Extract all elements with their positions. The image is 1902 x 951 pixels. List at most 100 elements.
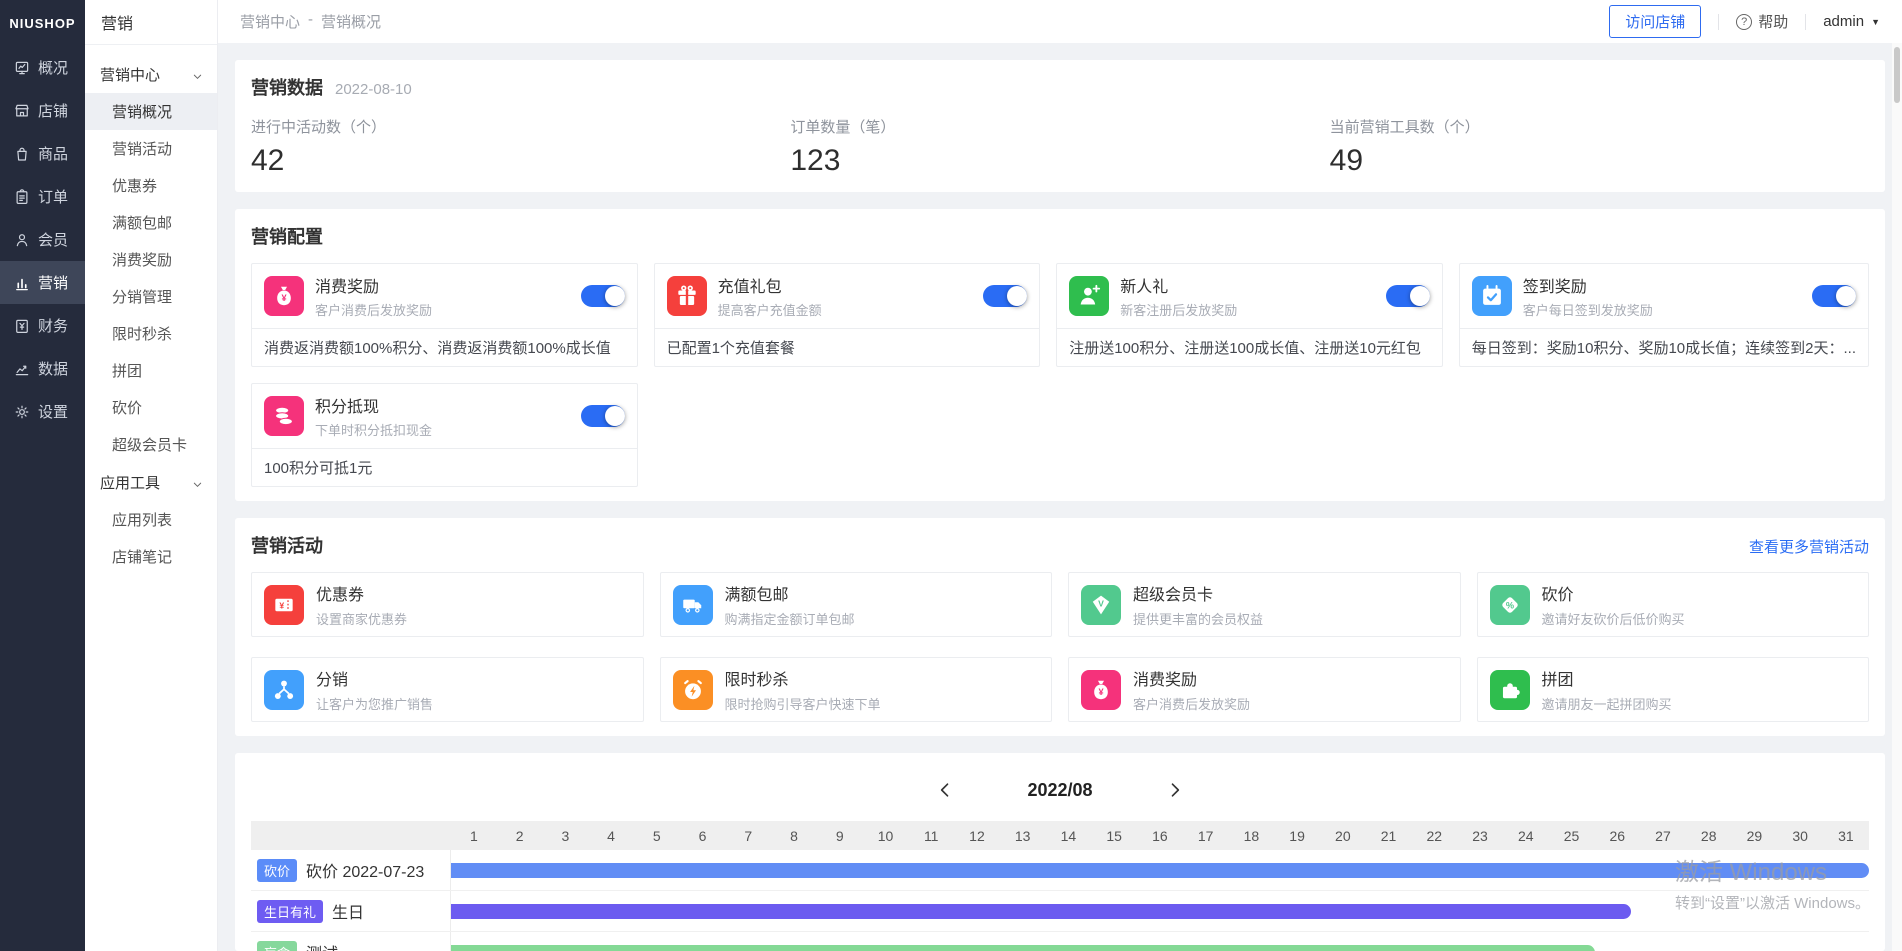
- secondary-nav-item[interactable]: 优惠券: [85, 167, 217, 204]
- activity-item[interactable]: 分销 让客户为您推广销售: [251, 657, 644, 722]
- calendar-day: 18: [1228, 828, 1274, 844]
- secondary-nav-item[interactable]: 营销活动: [85, 130, 217, 167]
- gantt-bar[interactable]: [451, 904, 1631, 919]
- scrollbar-thumb[interactable]: [1894, 47, 1900, 103]
- user-menu[interactable]: admin ▼: [1823, 13, 1880, 30]
- sidebar-item[interactable]: 数据: [0, 347, 85, 390]
- nav-group-app-tools[interactable]: 应用工具: [85, 463, 217, 501]
- calendar-day: 20: [1320, 828, 1366, 844]
- member-card-icon: V: [1081, 585, 1121, 625]
- toggle-switch[interactable]: [1812, 285, 1856, 307]
- sidebar-item-label: 商品: [38, 143, 68, 164]
- topbar: 营销中心 - 营销概况 访问店铺 ? 帮助 admin ▼: [218, 0, 1902, 43]
- toggle-switch[interactable]: [581, 285, 625, 307]
- calendar-day: 27: [1640, 828, 1686, 844]
- sidebar-item[interactable]: 概况: [0, 46, 85, 89]
- secondary-nav-item[interactable]: 满额包邮: [85, 204, 217, 241]
- sidebar-item[interactable]: 设置: [0, 390, 85, 433]
- shop-icon: [13, 102, 31, 120]
- calendar-sign-icon: [1472, 276, 1512, 316]
- config-description: 注册送100积分、注册送100成长值、注册送10元红包: [1057, 328, 1442, 366]
- secondary-nav-item[interactable]: 消费奖励: [85, 241, 217, 278]
- activity-subtitle: 设置商家优惠券: [316, 609, 407, 628]
- activity-item[interactable]: % 砍价 邀请好友砍价后低价购买: [1477, 572, 1870, 637]
- calendar-day: 3: [542, 828, 588, 844]
- chevron-down-icon: [192, 69, 203, 80]
- gantt-bar[interactable]: [451, 945, 1595, 951]
- scrollbar: [1892, 43, 1902, 951]
- view-more-activities-link[interactable]: 查看更多营销活动: [1749, 536, 1869, 557]
- sidebar-item[interactable]: 会员: [0, 218, 85, 261]
- secondary-nav-item[interactable]: 分销管理: [85, 278, 217, 315]
- config-title: 新人礼: [1120, 273, 1237, 297]
- marketing-data-card: 营销数据 2022-08-10 进行中活动数（个） 42 订单数量（笔） 123: [235, 60, 1885, 192]
- activity-item[interactable]: ¥ 消费奖励 客户消费后发放奖励: [1068, 657, 1461, 722]
- breadcrumb: 营销中心 - 营销概况: [240, 11, 381, 32]
- stat-value: 123: [790, 144, 1329, 178]
- activity-item[interactable]: ¥ 优惠券 设置商家优惠券: [251, 572, 644, 637]
- secondary-nav-item[interactable]: 营销概况: [85, 93, 217, 130]
- sidebar-item[interactable]: 财务: [0, 304, 85, 347]
- gantt-bar[interactable]: [451, 863, 1869, 878]
- calendar-days-header: 1 2 3 4 5 6 7: [251, 821, 1869, 850]
- toggle-switch[interactable]: [983, 285, 1027, 307]
- chevron-right-icon[interactable]: [1165, 780, 1185, 800]
- config-description: 每日签到：奖励10积分、奖励10成长值；连续签到2天：...: [1460, 328, 1868, 366]
- calendar-day: 12: [954, 828, 1000, 844]
- secondary-sidebar: 营销 营销中心 营销概况 营销活动 优惠券: [85, 0, 218, 951]
- sidebar-item[interactable]: 店铺: [0, 89, 85, 132]
- activity-type-badge: 盲盒: [257, 941, 297, 951]
- config-description: 100积分可抵1元: [252, 448, 637, 486]
- activity-title: 满额包邮: [725, 581, 855, 605]
- secondary-nav-item[interactable]: 限时秒杀: [85, 315, 217, 352]
- calendar-day: 21: [1366, 828, 1412, 844]
- chevron-down-icon: [192, 477, 203, 488]
- coins-icon: [264, 396, 304, 436]
- secondary-nav-item[interactable]: 店铺笔记: [85, 538, 217, 575]
- truck-icon: [673, 585, 713, 625]
- svg-text:V: V: [1098, 598, 1104, 608]
- sidebar-item[interactable]: 订单: [0, 175, 85, 218]
- visit-shop-button[interactable]: 访问店铺: [1609, 5, 1701, 38]
- secondary-nav-item[interactable]: 超级会员卡: [85, 426, 217, 463]
- secondary-nav-item[interactable]: 应用列表: [85, 501, 217, 538]
- activity-title: 拼团: [1542, 666, 1672, 690]
- calendar-day: 15: [1091, 828, 1137, 844]
- svg-text:¥: ¥: [281, 293, 287, 303]
- calendar-day: 30: [1777, 828, 1823, 844]
- sidebar-item-label: 营销: [38, 272, 68, 293]
- secondary-nav-item[interactable]: 砍价: [85, 389, 217, 426]
- gantt-row: 砍价 砍价 2022-07-23: [251, 850, 1869, 891]
- calendar-day: 4: [588, 828, 634, 844]
- sidebar-item[interactable]: 营销: [0, 261, 85, 304]
- marketing-icon: [13, 274, 31, 292]
- config-subtitle: 客户消费后发放奖励: [315, 300, 432, 319]
- config-subtitle: 提高客户充值金额: [718, 300, 822, 319]
- chevron-left-icon[interactable]: [935, 780, 955, 800]
- divider: [1718, 14, 1719, 30]
- gantt-row-label: 砍价 2022-07-23: [306, 858, 424, 882]
- svg-text:¥: ¥: [1098, 687, 1104, 697]
- calendar-day: 25: [1549, 828, 1595, 844]
- calendar-day: 17: [1183, 828, 1229, 844]
- sidebar-item[interactable]: 商品: [0, 132, 85, 175]
- activity-item[interactable]: 满额包邮 购满指定金额订单包邮: [660, 572, 1053, 637]
- secondary-nav-item[interactable]: 拼团: [85, 352, 217, 389]
- activity-item[interactable]: 拼团 邀请朋友一起拼团购买: [1477, 657, 1870, 722]
- activity-subtitle: 客户消费后发放奖励: [1133, 694, 1250, 713]
- goods-icon: [13, 145, 31, 163]
- toggle-switch[interactable]: [581, 405, 625, 427]
- marketing-config-card: 营销配置 ¥ 消费奖励 客户消费后发放奖励: [235, 209, 1885, 501]
- toggle-switch[interactable]: [1386, 285, 1430, 307]
- activity-item[interactable]: 限时秒杀 限时抢购引导客户快速下单: [660, 657, 1053, 722]
- help-button[interactable]: ? 帮助: [1736, 11, 1788, 32]
- gantt-row: 盲盒 测试: [251, 932, 1869, 951]
- svg-text:¥: ¥: [279, 600, 284, 610]
- marketing-activity-title: 营销活动: [251, 532, 323, 558]
- activity-item[interactable]: V 超级会员卡 提供更丰富的会员权益: [1068, 572, 1461, 637]
- config-card: ¥ 消费奖励 客户消费后发放奖励 消费返消费额100%积分、消费返消费额100%…: [251, 263, 638, 367]
- settings-icon: [13, 403, 31, 421]
- stat-item: 当前营销工具数（个） 49: [1330, 116, 1869, 178]
- calendar-day: 24: [1503, 828, 1549, 844]
- nav-group-marketing-center[interactable]: 营销中心: [85, 55, 217, 93]
